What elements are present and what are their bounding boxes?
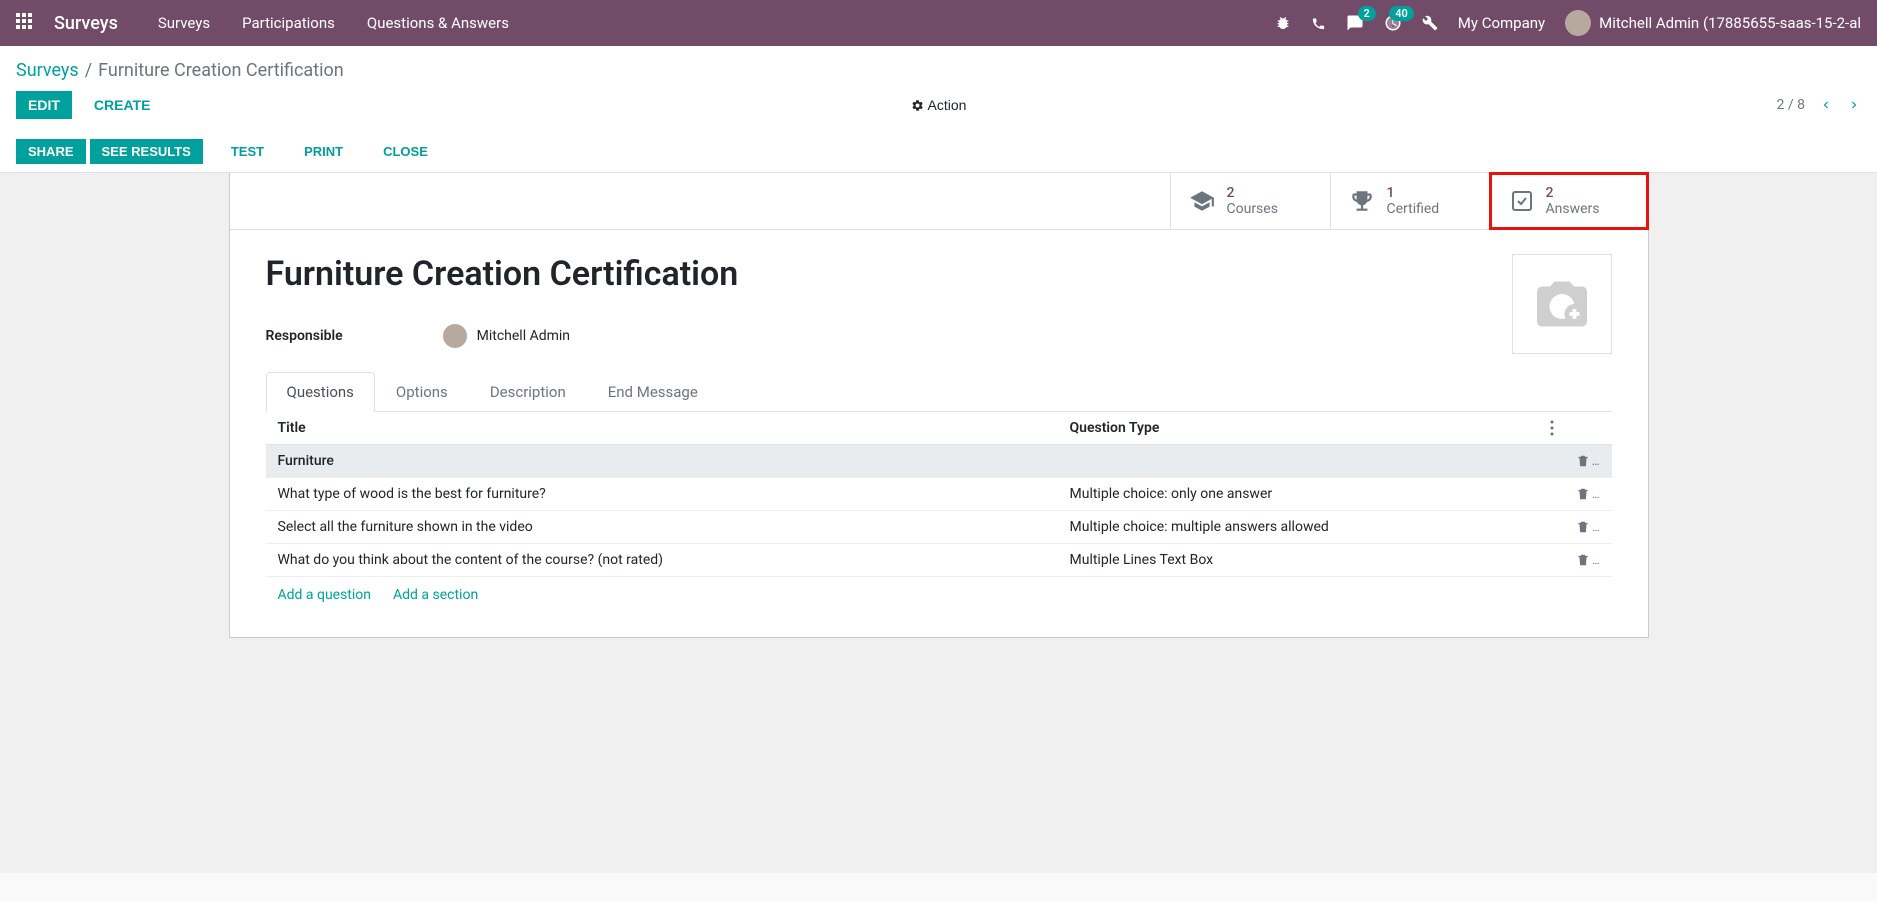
tools-icon[interactable] [1422, 15, 1438, 31]
stat-certified[interactable]: 1 Certified [1330, 173, 1490, 229]
responsible-value[interactable]: Mitchell Admin [443, 324, 570, 348]
user-avatar-icon [1565, 10, 1591, 36]
table-row[interactable]: What type of wood is the best for furnit… [266, 478, 1612, 511]
add-question-link[interactable]: Add a question [278, 587, 372, 603]
top-navbar: Surveys Surveys Participations Questions… [0, 0, 1877, 46]
questions-table: Title Question Type Furniture … What type … [266, 412, 1612, 613]
pager-text[interactable]: 2 / 8 [1777, 97, 1805, 113]
form-sheet: 2 Courses 1 Certified 2 Answ [229, 173, 1649, 638]
control-bar: EDIT CREATE Action 2 / 8 [0, 91, 1877, 131]
nav-questions-answers[interactable]: Questions & Answers [367, 14, 509, 32]
stat-certified-count: 1 [1387, 185, 1440, 201]
share-button[interactable]: SHARE [16, 139, 86, 164]
user-name: Mitchell Admin (17885655-saas-15-2-al [1599, 14, 1861, 32]
top-nav: Surveys Participations Questions & Answe… [158, 14, 509, 32]
row-title: What do you think about the content of t… [278, 552, 1070, 568]
th-question-type[interactable]: Question Type [1070, 420, 1550, 436]
row-delete-icon[interactable]: … [1550, 487, 1600, 501]
breadcrumb-separator: / [85, 60, 92, 81]
breadcrumb: Surveys / Furniture Creation Certificati… [0, 46, 1877, 91]
table-row[interactable]: Furniture … [266, 445, 1612, 478]
messages-icon[interactable]: 2 [1346, 14, 1364, 32]
stat-answers-count: 2 [1546, 185, 1600, 201]
row-title: Select all the furniture shown in the vi… [278, 519, 1070, 535]
phone-icon[interactable] [1311, 16, 1326, 31]
graduation-cap-icon [1189, 188, 1215, 214]
user-menu[interactable]: Mitchell Admin (17885655-saas-15-2-al [1565, 10, 1861, 36]
row-question-type: Multiple choice: only one answer [1070, 486, 1550, 502]
trophy-icon [1349, 188, 1375, 214]
record-title: Furniture Creation Certification [266, 254, 1612, 294]
pager-next-icon[interactable] [1847, 96, 1861, 114]
sheet-body: Furniture Creation Certification Respons… [230, 230, 1648, 637]
stat-answers-label: Answers [1546, 201, 1600, 217]
messages-badge: 2 [1358, 6, 1376, 21]
stat-buttons: 2 Courses 1 Certified 2 Answ [230, 173, 1648, 230]
table-add-row: Add a question Add a section [266, 577, 1612, 613]
stat-courses[interactable]: 2 Courses [1170, 173, 1330, 229]
create-button[interactable]: CREATE [82, 91, 163, 119]
responsible-field: Responsible Mitchell Admin [266, 324, 1612, 348]
responsible-label: Responsible [266, 328, 343, 344]
row-delete-icon[interactable]: … [1550, 520, 1600, 534]
action-menu-button[interactable]: Action [911, 97, 967, 113]
status-bar: SHARE SEE RESULTS TEST PRINT CLOSE [0, 131, 1877, 173]
tab-description[interactable]: Description [469, 372, 587, 411]
main-area: 2 Courses 1 Certified 2 Answ [0, 173, 1877, 873]
table-row[interactable]: What do you think about the content of t… [266, 544, 1612, 577]
table-header: Title Question Type [266, 412, 1612, 445]
apps-icon[interactable] [16, 13, 36, 33]
camera-plus-icon [1532, 274, 1592, 334]
gear-icon [911, 99, 924, 112]
debug-icon[interactable] [1275, 15, 1291, 31]
activities-badge: 40 [1389, 6, 1414, 21]
breadcrumb-current: Furniture Creation Certification [98, 60, 344, 81]
tab-options[interactable]: Options [375, 372, 469, 411]
row-title: What type of wood is the best for furnit… [278, 486, 1070, 502]
row-title: Furniture [278, 453, 1070, 469]
row-question-type: Multiple Lines Text Box [1070, 552, 1550, 568]
edit-button[interactable]: EDIT [16, 91, 72, 119]
see-results-button[interactable]: SEE RESULTS [90, 139, 203, 164]
close-button[interactable]: CLOSE [371, 139, 440, 164]
tab-questions[interactable]: Questions [266, 372, 375, 412]
stat-certified-label: Certified [1387, 201, 1440, 217]
activities-icon[interactable]: 40 [1384, 14, 1402, 32]
check-square-icon [1510, 189, 1534, 213]
stat-answers[interactable]: 2 Answers [1489, 172, 1649, 230]
row-question-type: Multiple choice: multiple answers allowe… [1070, 519, 1550, 535]
breadcrumb-root[interactable]: Surveys [16, 60, 79, 81]
responsible-name: Mitchell Admin [477, 328, 570, 344]
add-section-link[interactable]: Add a section [393, 587, 478, 603]
action-menu-label: Action [928, 97, 967, 113]
company-switcher[interactable]: My Company [1458, 14, 1545, 32]
pager: 2 / 8 [1777, 96, 1861, 114]
responsible-avatar-icon [443, 324, 467, 348]
nav-surveys[interactable]: Surveys [158, 14, 210, 32]
row-delete-icon[interactable]: … [1550, 553, 1600, 567]
topbar-right: 2 40 My Company Mitchell Admin (17885655… [1275, 10, 1861, 36]
tabs: Questions Options Description End Messag… [266, 372, 1612, 412]
pager-prev-icon[interactable] [1819, 96, 1833, 114]
test-button[interactable]: TEST [219, 139, 276, 164]
stat-courses-count: 2 [1227, 185, 1278, 201]
tab-end-message[interactable]: End Message [587, 372, 719, 411]
image-placeholder[interactable] [1512, 254, 1612, 354]
app-brand[interactable]: Surveys [54, 13, 118, 34]
print-button[interactable]: PRINT [292, 139, 355, 164]
table-row[interactable]: Select all the furniture shown in the vi… [266, 511, 1612, 544]
stat-courses-label: Courses [1227, 201, 1278, 217]
row-delete-icon[interactable]: … [1550, 454, 1600, 468]
th-title[interactable]: Title [278, 420, 1070, 436]
th-kebab-icon[interactable] [1550, 420, 1600, 436]
nav-participations[interactable]: Participations [242, 14, 335, 32]
